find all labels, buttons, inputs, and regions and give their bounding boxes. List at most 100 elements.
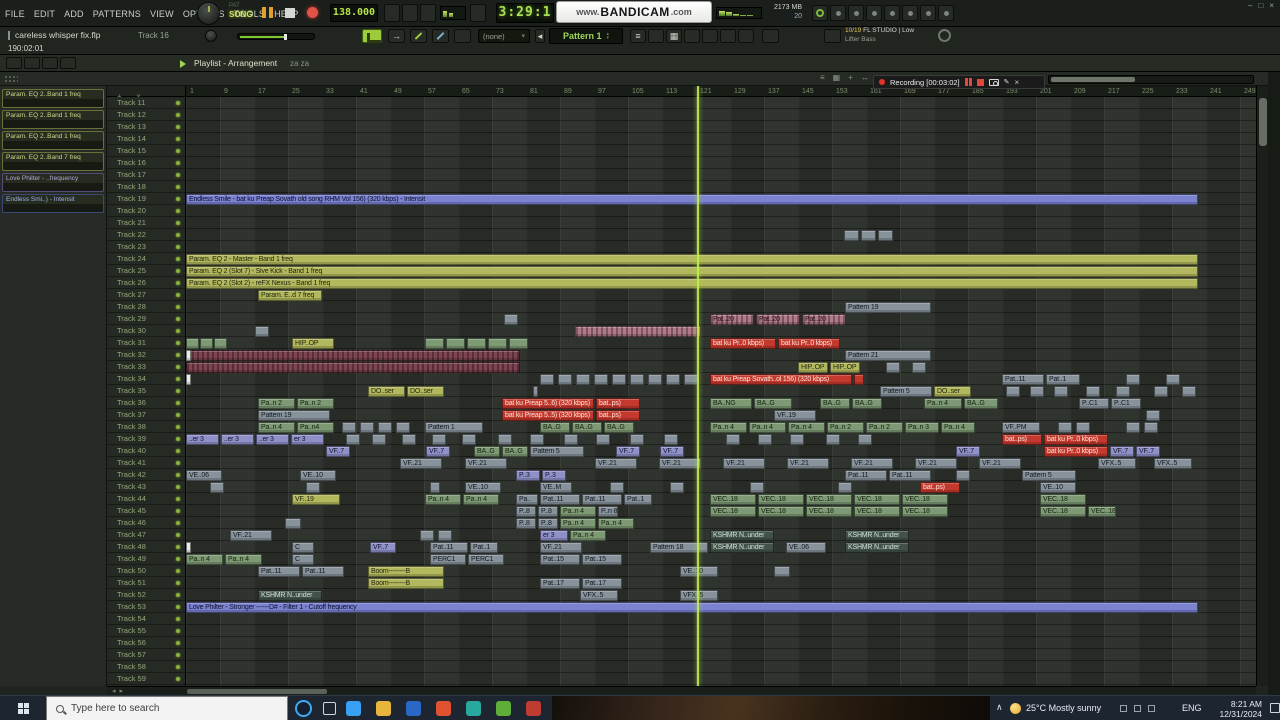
recording-stop-button[interactable] <box>976 78 984 86</box>
scrollbar-thumb[interactable] <box>1259 98 1267 146</box>
playlist-clip[interactable]: Pa..n 4 <box>225 554 262 565</box>
playlist-clip[interactable] <box>596 434 610 445</box>
playlist-clip[interactable]: Pa..n 2 <box>827 422 864 433</box>
maximize-button[interactable]: □ <box>1258 2 1263 10</box>
track-header[interactable]: Track 52 <box>107 589 185 601</box>
playlist-clip[interactable]: VFX..5 <box>1154 458 1192 469</box>
track-header[interactable]: Track 18 <box>107 181 185 193</box>
playlist-clip[interactable]: VF..21 <box>723 458 765 469</box>
playlist-clip[interactable]: Pa..n 4 <box>425 494 461 505</box>
source-automation-clip[interactable]: Param. EQ 2..Band 1 freq <box>2 131 104 150</box>
playlist-clip[interactable] <box>630 434 644 445</box>
playlist-clip[interactable] <box>346 434 360 445</box>
track-header[interactable]: Track 40 <box>107 445 185 457</box>
playlist-clip[interactable]: VE..M <box>540 482 572 493</box>
track-header[interactable]: Track 34 <box>107 373 185 385</box>
playlist-clip[interactable] <box>1058 422 1072 433</box>
playlist-clip[interactable] <box>956 470 970 481</box>
playlist-clip[interactable] <box>861 230 876 241</box>
playlist-clip[interactable]: VF..21 <box>787 458 829 469</box>
mute-led[interactable] <box>176 485 180 489</box>
playlist-clip[interactable]: VFX..5 <box>1098 458 1136 469</box>
playlist-clip[interactable] <box>200 338 213 349</box>
playlist-clip[interactable]: HIP..OP <box>292 338 334 349</box>
playlist-clip[interactable] <box>684 374 698 385</box>
drag-grip-icon[interactable] <box>4 75 18 83</box>
playlist-clip[interactable]: bat ku Pr..0 kbps) <box>778 338 840 349</box>
recording-close-button[interactable]: × <box>1015 78 1020 87</box>
playlist-clip[interactable]: VEC..18 <box>1040 494 1086 505</box>
playlist-clip[interactable]: Pa..n 4 <box>788 422 825 433</box>
playlist-h-scrollbar[interactable] <box>1048 75 1254 84</box>
pat-song-switch[interactable]: PAT SONG <box>229 3 253 19</box>
mute-led[interactable] <box>176 605 180 609</box>
tempo-tap-icon[interactable] <box>738 29 754 43</box>
playlist-clip[interactable]: VF..21 <box>400 458 442 469</box>
playlist-clip[interactable] <box>462 434 476 445</box>
mute-led[interactable] <box>176 125 180 129</box>
playlist-clip[interactable] <box>648 374 662 385</box>
playlist-clip[interactable] <box>886 362 900 373</box>
playlist-clip[interactable]: BA..G <box>540 422 570 433</box>
playlist-clip[interactable]: VEC..18 <box>854 494 900 505</box>
mute-led[interactable] <box>176 677 180 681</box>
playlist-clip[interactable]: Endless Smile - bat ku Preap Sovath old … <box>186 194 1198 205</box>
mute-led[interactable] <box>176 101 180 105</box>
keyboard-icon[interactable] <box>902 5 918 21</box>
playlist-clip[interactable] <box>664 434 678 445</box>
playlist-clip[interactable]: er 3 <box>540 530 568 541</box>
track-header[interactable]: Track 43 <box>107 481 185 493</box>
playlist-clip[interactable]: BA..G <box>502 446 528 457</box>
track-header[interactable]: Track 13 <box>107 121 185 133</box>
mute-led[interactable] <box>176 257 180 261</box>
fl-window-icon[interactable] <box>362 29 382 43</box>
mute-led[interactable] <box>176 269 180 273</box>
master-volume-knob[interactable] <box>197 2 220 25</box>
playlist-clip[interactable]: VF..21 <box>659 458 701 469</box>
wait-for-input-icon[interactable] <box>402 4 418 22</box>
playlist-clip[interactable]: VF..7 <box>426 446 450 457</box>
playlist-clip[interactable]: bat..ps) <box>596 398 640 409</box>
playlist-clip[interactable] <box>1054 386 1068 397</box>
playlist-clip[interactable]: C <box>292 542 314 553</box>
playlist-clip[interactable]: VF..7 <box>956 446 980 457</box>
playlist-clip[interactable] <box>858 434 872 445</box>
playlist-clip[interactable]: HIP..OP <box>830 362 860 373</box>
playlist-clip[interactable]: bat ku Pr..0 kbps) <box>710 338 776 349</box>
playlist-clip[interactable]: KSHMR N..under <box>845 542 909 553</box>
track-header[interactable]: Track 36 <box>107 397 185 409</box>
playlist-clip[interactable] <box>372 434 386 445</box>
mute-led[interactable] <box>176 341 180 345</box>
track-header[interactable]: Track 22 <box>107 229 185 241</box>
playlist-clip[interactable]: VF..7 <box>660 446 684 457</box>
playlist-clip[interactable] <box>826 434 840 445</box>
recording-screenshot-button[interactable] <box>988 78 999 86</box>
menu-edit[interactable]: EDIT <box>34 9 55 19</box>
mute-led[interactable] <box>176 281 180 285</box>
playlist-clip[interactable]: Pa..n 4 <box>186 554 223 565</box>
track-header[interactable]: Track 17 <box>107 169 185 181</box>
playlist-clip[interactable] <box>1144 422 1158 433</box>
track-header[interactable]: Track 49 <box>107 553 185 565</box>
playlist-clip[interactable] <box>576 374 590 385</box>
playlist-clip[interactable]: BA..G <box>604 422 634 433</box>
playlist-clip[interactable]: Param. EQ 2 - Master - Band 1 freq <box>186 254 1198 265</box>
mute-led[interactable] <box>176 377 180 381</box>
playlist-clip[interactable]: Pat..1 <box>624 494 652 505</box>
playlist-clip[interactable] <box>750 482 764 493</box>
playlist-grid[interactable]: Endless Smile - bat ku Preap Sovath old … <box>186 97 1256 686</box>
paint-tool-icon[interactable] <box>432 29 449 43</box>
track-header[interactable]: Track 41 <box>107 457 185 469</box>
midi-icon[interactable] <box>830 5 846 21</box>
playlist-clip[interactable]: Pa..n 4 <box>710 422 747 433</box>
track-header[interactable]: Track 19 <box>107 193 185 205</box>
playlist-clip[interactable]: VEC..18 <box>758 506 804 517</box>
playlist-clip[interactable] <box>425 338 444 349</box>
taskbar-app-2[interactable] <box>376 701 391 716</box>
playlist-clip[interactable]: VF..PM <box>1002 422 1040 433</box>
playlist-clip[interactable]: bat ku Pr..0 kbps) <box>1044 446 1108 457</box>
source-automation-clip[interactable]: Param. EQ 2..Band 1 freq <box>2 110 104 129</box>
mute-led[interactable] <box>176 161 180 165</box>
playlist-clip[interactable] <box>838 482 852 493</box>
playlist-clip[interactable]: P..8 <box>516 506 536 517</box>
